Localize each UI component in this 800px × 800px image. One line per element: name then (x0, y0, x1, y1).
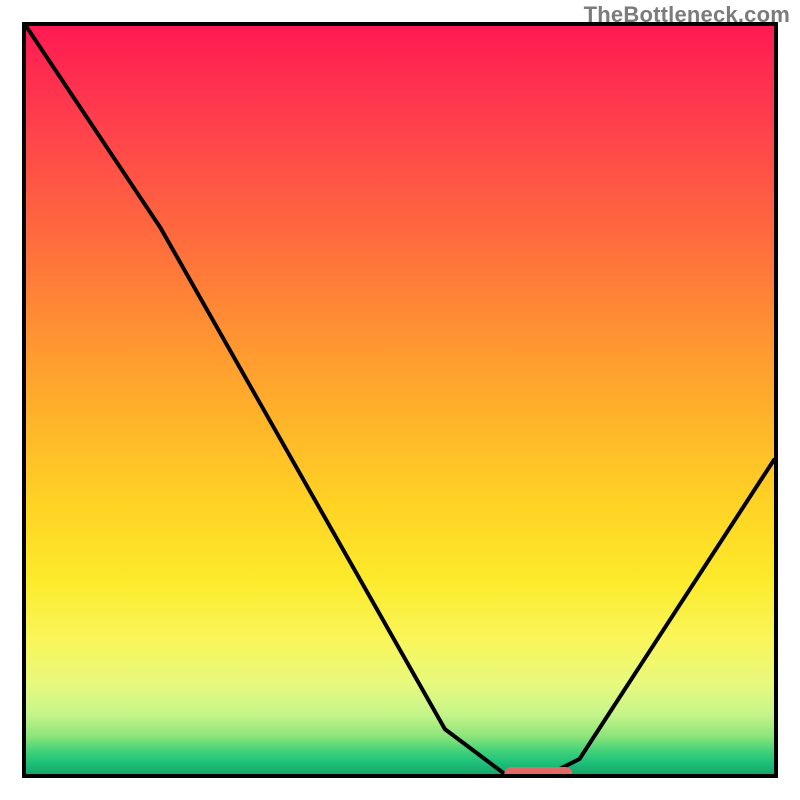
plot-frame (22, 22, 778, 778)
bottleneck-curve (26, 26, 774, 774)
curve-layer (26, 26, 774, 774)
highlight-marker (505, 767, 572, 778)
chart-stage: TheBottleneck.com (0, 0, 800, 800)
